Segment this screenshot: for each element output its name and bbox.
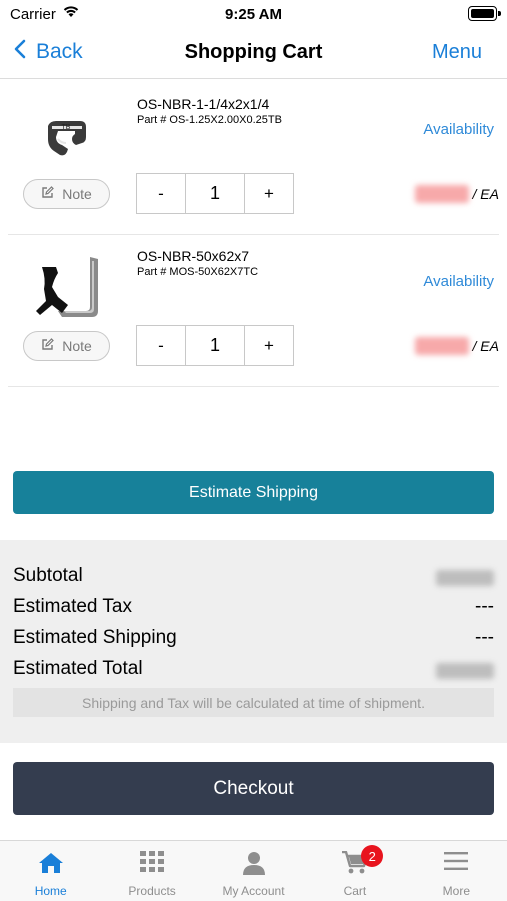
increase-button[interactable]: + bbox=[245, 174, 293, 213]
tab-label: Products bbox=[128, 884, 176, 898]
tab-bar: Home Products My Account 2 Cart More bbox=[0, 840, 507, 901]
price-redacted bbox=[414, 185, 469, 203]
tab-label: My Account bbox=[222, 884, 285, 898]
tab-label: More bbox=[442, 884, 470, 898]
subtotal-row: Subtotal bbox=[13, 565, 494, 593]
product-name: OS-NBR-1-1/4x2x1/4 bbox=[137, 96, 270, 112]
item-price: / EA bbox=[414, 185, 499, 203]
product-name: OS-NBR-50x62x7 bbox=[137, 248, 250, 264]
shipping-row: Estimated Shipping --- bbox=[13, 627, 494, 655]
increase-button[interactable]: + bbox=[245, 326, 293, 365]
checkout-button[interactable]: Checkout bbox=[13, 762, 494, 815]
order-summary: Subtotal Estimated Tax --- Estimated Shi… bbox=[0, 540, 507, 743]
tax-value: --- bbox=[475, 596, 494, 617]
availability-link[interactable]: Availability bbox=[423, 273, 494, 290]
decrease-button[interactable]: - bbox=[137, 326, 185, 365]
menu-lines-icon bbox=[406, 851, 507, 877]
total-row: Estimated Total bbox=[13, 658, 494, 686]
person-icon bbox=[203, 851, 304, 877]
subtotal-redacted bbox=[436, 570, 494, 586]
estimate-shipping-button[interactable]: Estimate Shipping bbox=[13, 471, 494, 514]
quantity-stepper: - 1 + bbox=[136, 173, 294, 214]
total-label: Estimated Total bbox=[13, 658, 143, 679]
tax-label: Estimated Tax bbox=[13, 596, 132, 617]
subtotal-label: Subtotal bbox=[13, 565, 83, 586]
tab-home[interactable]: Home bbox=[0, 841, 101, 901]
tab-products[interactable]: Products bbox=[101, 841, 202, 901]
tab-more[interactable]: More bbox=[406, 841, 507, 901]
decrease-button[interactable]: - bbox=[137, 174, 185, 213]
quantity-field[interactable]: 1 bbox=[185, 326, 245, 365]
price-unit: / EA bbox=[472, 186, 499, 202]
quantity-stepper: - 1 + bbox=[136, 325, 294, 366]
tab-label: Cart bbox=[343, 884, 367, 898]
item-divider bbox=[8, 386, 499, 387]
shipping-label: Estimated Shipping bbox=[13, 627, 177, 648]
product-thumbnail bbox=[28, 245, 108, 325]
cart-item: OS-NBR-50x62x7 Part # MOS-50X62X7TC Avai… bbox=[0, 235, 507, 387]
status-bar: Carrier 9:25 AM bbox=[0, 0, 507, 30]
price-unit: / EA bbox=[472, 338, 499, 354]
total-redacted bbox=[436, 663, 494, 679]
price-redacted bbox=[414, 337, 469, 355]
grid-icon bbox=[101, 851, 202, 877]
quantity-field[interactable]: 1 bbox=[185, 174, 245, 213]
item-price: / EA bbox=[414, 337, 499, 355]
shipping-tax-notice: Shipping and Tax will be calculated at t… bbox=[13, 688, 494, 717]
note-button[interactable]: Note bbox=[23, 179, 110, 209]
note-label: Note bbox=[62, 186, 92, 202]
product-thumbnail: TB bbox=[28, 93, 108, 173]
tab-label: Home bbox=[34, 884, 67, 898]
tab-cart[interactable]: 2 Cart bbox=[304, 841, 405, 901]
tax-row: Estimated Tax --- bbox=[13, 596, 494, 624]
edit-icon bbox=[41, 338, 55, 354]
navigation-bar: Back Shopping Cart Menu bbox=[0, 30, 507, 79]
clock: 9:25 AM bbox=[225, 6, 282, 23]
battery-icon bbox=[468, 6, 501, 21]
note-label: Note bbox=[62, 338, 92, 354]
part-number: Part # MOS-50X62X7TC bbox=[137, 266, 259, 278]
edit-icon bbox=[41, 186, 55, 202]
tab-my-account[interactable]: My Account bbox=[203, 841, 304, 901]
note-button[interactable]: Note bbox=[23, 331, 110, 361]
shipping-value: --- bbox=[475, 627, 494, 648]
cart-icon bbox=[304, 851, 405, 877]
cart-item: TB OS-NBR-1-1/4x2x1/4 Part # OS-1.25X2.0… bbox=[0, 83, 507, 235]
home-icon bbox=[0, 851, 101, 877]
part-number: Part # OS-1.25X2.00X0.25TB bbox=[137, 114, 282, 126]
svg-text:TB: TB bbox=[62, 124, 71, 131]
availability-link[interactable]: Availability bbox=[423, 121, 494, 138]
menu-button[interactable]: Menu bbox=[432, 41, 482, 64]
page-title: Shopping Cart bbox=[184, 41, 323, 63]
